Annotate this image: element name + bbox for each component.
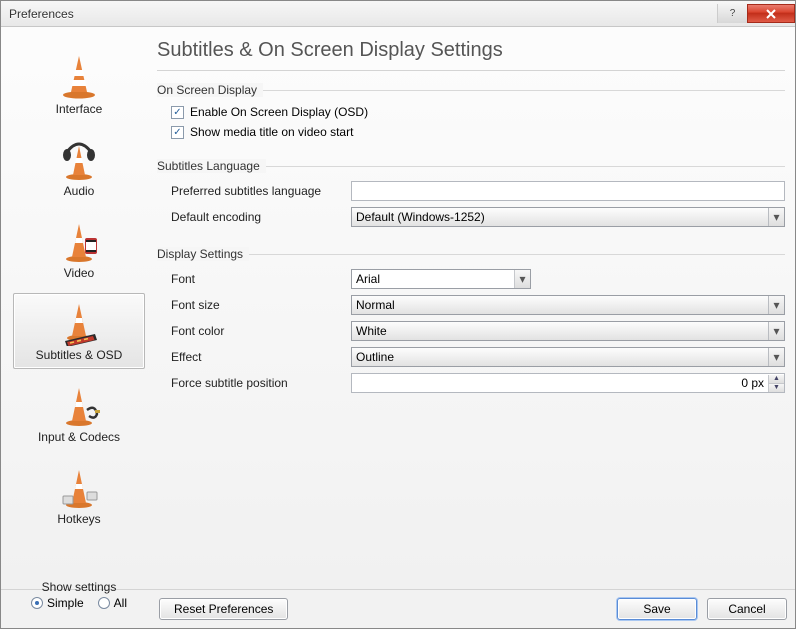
group-display-settings: Display Settings Font Arial ▾ Font size … bbox=[157, 247, 785, 399]
combo-value: Outline bbox=[356, 350, 768, 364]
codecs-cone-icon bbox=[55, 380, 103, 428]
chevron-down-icon: ▾ bbox=[514, 270, 530, 288]
field-label: Font size bbox=[171, 298, 341, 312]
radio-icon bbox=[31, 597, 43, 609]
encoding-combo[interactable]: Default (Windows-1252) ▾ bbox=[351, 207, 785, 227]
help-button[interactable]: ? bbox=[717, 4, 747, 23]
film-cone-icon bbox=[55, 216, 103, 264]
close-button[interactable] bbox=[747, 4, 795, 23]
checkbox-enable-osd[interactable]: ✓ bbox=[171, 106, 184, 119]
checkbox-label: Enable On Screen Display (OSD) bbox=[190, 105, 368, 119]
chevron-down-icon: ▾ bbox=[768, 348, 784, 366]
field-label: Font bbox=[171, 272, 341, 286]
cone-icon bbox=[55, 52, 103, 100]
show-settings-label: Show settings bbox=[42, 580, 117, 594]
sidebar-item-label: Subtitles & OSD bbox=[36, 348, 123, 362]
titlebar: Preferences ? bbox=[1, 1, 795, 27]
group-heading: Subtitles Language bbox=[157, 159, 266, 173]
osd-cone-icon bbox=[55, 298, 103, 346]
group-heading: Display Settings bbox=[157, 247, 249, 261]
sidebar-item-hotkeys[interactable]: Hotkeys bbox=[13, 457, 145, 533]
sidebar-item-label: Input & Codecs bbox=[38, 430, 120, 444]
group-osd: On Screen Display ✓ Enable On Screen Dis… bbox=[157, 83, 785, 145]
sidebar-item-label: Hotkeys bbox=[57, 512, 100, 526]
combo-value: Normal bbox=[356, 298, 768, 312]
group-heading: On Screen Display bbox=[157, 83, 263, 97]
window-title: Preferences bbox=[9, 7, 74, 21]
hotkeys-cone-icon bbox=[55, 462, 103, 510]
sidebar: Interface Audio bbox=[9, 33, 149, 583]
radio-label: All bbox=[114, 596, 127, 610]
footer: Show settings Simple All Reset Preferenc… bbox=[1, 589, 795, 628]
checkbox-label: Show media title on video start bbox=[190, 125, 353, 139]
spinner-up-icon[interactable]: ▲ bbox=[769, 375, 784, 384]
sidebar-item-label: Interface bbox=[56, 102, 103, 116]
radio-simple[interactable]: Simple bbox=[31, 596, 84, 610]
field-label: Font color bbox=[171, 324, 341, 338]
preferences-window: Preferences ? Interface bbox=[0, 0, 796, 629]
font-color-combo[interactable]: White ▾ bbox=[351, 321, 785, 341]
field-label: Effect bbox=[171, 350, 341, 364]
sidebar-item-video[interactable]: Video bbox=[13, 211, 145, 287]
field-label: Preferred subtitles language bbox=[171, 184, 341, 198]
font-combo[interactable]: Arial ▾ bbox=[351, 269, 531, 289]
combo-value: Arial bbox=[356, 272, 514, 286]
field-label: Force subtitle position bbox=[171, 376, 341, 390]
sidebar-item-label: Video bbox=[64, 266, 94, 280]
cancel-button[interactable]: Cancel bbox=[707, 598, 787, 620]
sidebar-item-interface[interactable]: Interface bbox=[13, 47, 145, 123]
radio-label: Simple bbox=[47, 596, 84, 610]
spinner-down-icon[interactable]: ▼ bbox=[769, 384, 784, 392]
show-settings-group: Show settings Simple All bbox=[9, 580, 149, 610]
save-button[interactable]: Save bbox=[617, 598, 697, 620]
combo-value: Default (Windows-1252) bbox=[356, 210, 768, 224]
checkbox-show-title[interactable]: ✓ bbox=[171, 126, 184, 139]
sidebar-item-input-codecs[interactable]: Input & Codecs bbox=[13, 375, 145, 451]
radio-all[interactable]: All bbox=[98, 596, 127, 610]
sidebar-item-audio[interactable]: Audio bbox=[13, 129, 145, 205]
main-panel: Subtitles & On Screen Display Settings O… bbox=[157, 33, 787, 583]
combo-value: White bbox=[356, 324, 768, 338]
chevron-down-icon: ▾ bbox=[768, 296, 784, 314]
force-position-spinner[interactable]: 0 px ▲ ▼ bbox=[351, 373, 785, 393]
page-title: Subtitles & On Screen Display Settings bbox=[157, 33, 785, 70]
group-subtitles-language: Subtitles Language Preferred subtitles l… bbox=[157, 159, 785, 233]
radio-icon bbox=[98, 597, 110, 609]
chevron-down-icon: ▾ bbox=[768, 208, 784, 226]
effect-combo[interactable]: Outline ▾ bbox=[351, 347, 785, 367]
headphones-cone-icon bbox=[55, 134, 103, 182]
divider bbox=[157, 70, 785, 71]
preferred-language-input[interactable] bbox=[351, 181, 785, 201]
sidebar-item-subtitles-osd[interactable]: Subtitles & OSD bbox=[13, 293, 145, 369]
reset-preferences-button[interactable]: Reset Preferences bbox=[159, 598, 288, 620]
sidebar-item-label: Audio bbox=[64, 184, 95, 198]
field-label: Default encoding bbox=[171, 210, 341, 224]
spinner-value: 0 px bbox=[356, 376, 768, 390]
body: Interface Audio bbox=[1, 27, 795, 589]
chevron-down-icon: ▾ bbox=[768, 322, 784, 340]
close-icon bbox=[765, 9, 777, 19]
font-size-combo[interactable]: Normal ▾ bbox=[351, 295, 785, 315]
